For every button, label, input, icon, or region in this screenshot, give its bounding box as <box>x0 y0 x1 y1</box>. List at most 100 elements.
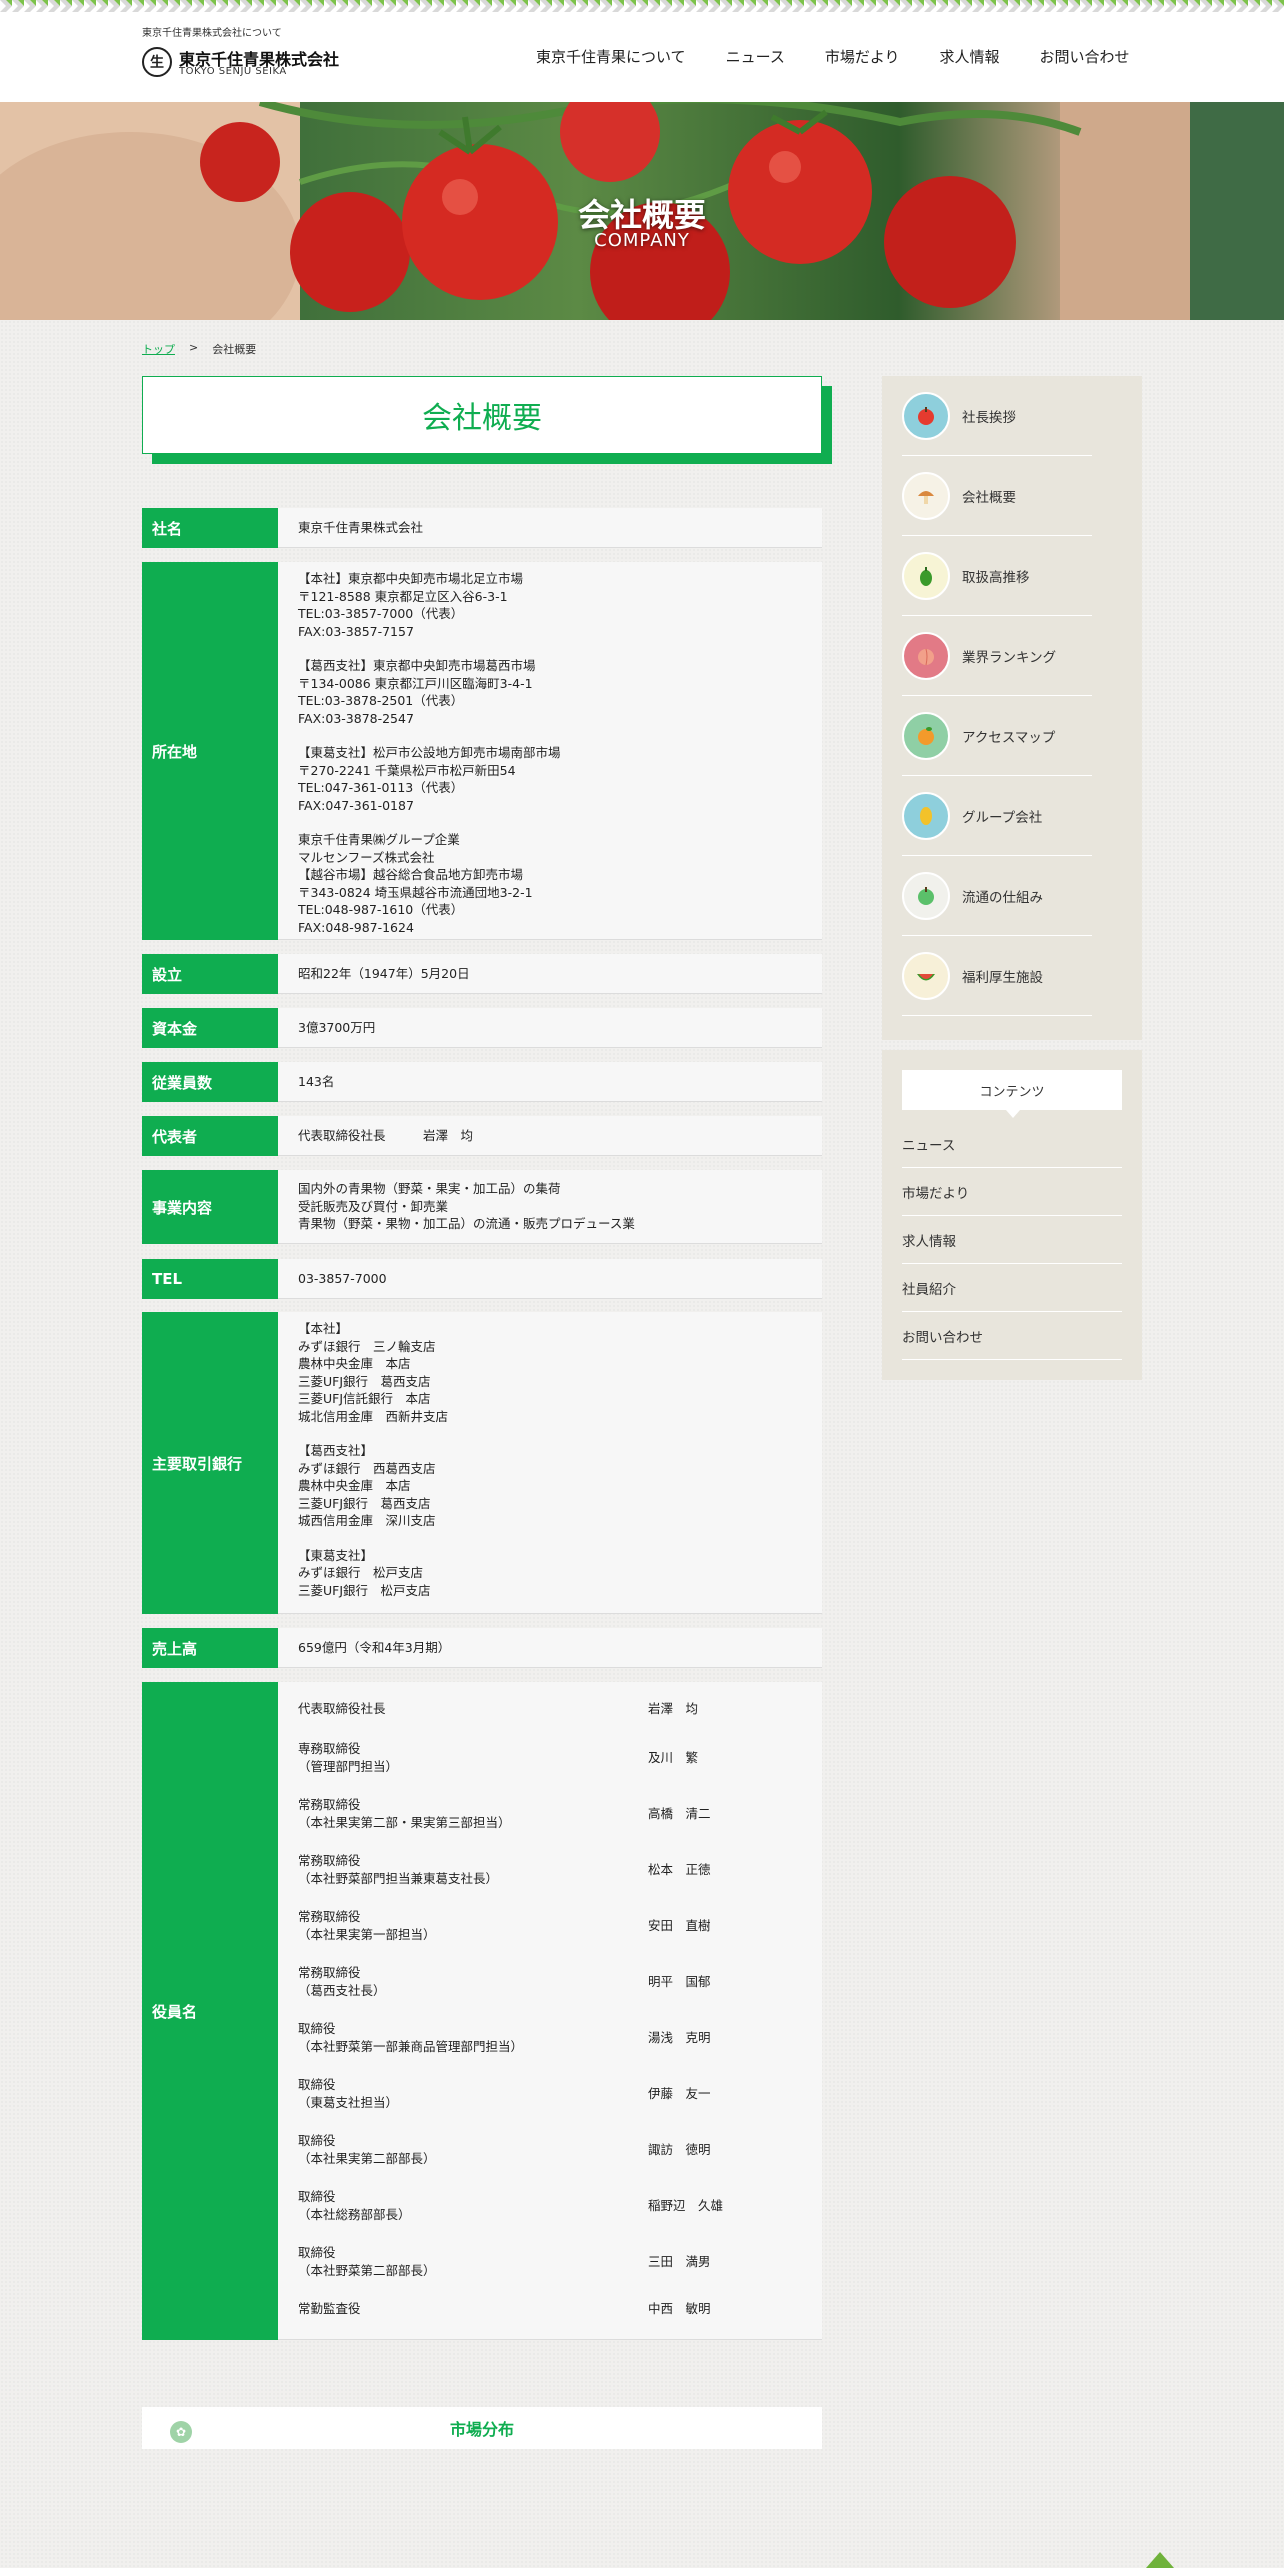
sidebar-item-label: 流通の仕組み <box>962 889 1043 906</box>
address-line: 〒134-0086 東京都江戸川区臨海町3-4-1 <box>298 675 533 691</box>
officer-title: 常務取締役 <box>298 1797 361 1812</box>
contents-link-market-news[interactable]: 市場だより <box>902 1168 1122 1216</box>
apple-icon <box>902 391 950 440</box>
bank-line: 城北信用金庫 西新井支店 <box>298 1408 449 1424</box>
mushroom-icon <box>902 471 950 520</box>
officer-title: （本社果実第二部部長） <box>298 2150 436 2166</box>
row-label: 主要取引銀行 <box>142 1312 286 1614</box>
officer-title: 常務取締役 <box>298 1853 361 1868</box>
sidebar-item-label: グループ会社 <box>962 809 1043 826</box>
nav-recruit[interactable]: 求人情報 <box>940 46 1000 67</box>
address-line: TEL:03-3857-7000（代表） <box>298 606 464 621</box>
address-line: 〒270-2241 千葉県松戸市松戸新田54 <box>298 762 516 778</box>
bank-line: 農林中央金庫 本店 <box>298 1478 411 1493</box>
company-logo-english[interactable]: TOKYO SENJU SEIKA <box>179 66 287 77</box>
watermelon-icon <box>902 951 950 1000</box>
row-business: 事業内容 国内外の青果物（野菜・果実・加工品）の集荷 受託販売及び買付・卸売業 … <box>142 1170 822 1244</box>
sidebar-item-volume-trends[interactable]: 取扱高推移 <box>902 536 1092 616</box>
breadcrumb-home-link[interactable]: トップ <box>142 341 175 357</box>
bank-line: 【葛西支社】 <box>298 1443 374 1458</box>
address-line: FAX:047-361-0187 <box>298 797 414 813</box>
sidebar-item-label: 社長挨拶 <box>962 409 1016 426</box>
nav-market-news[interactable]: 市場だより <box>825 46 900 67</box>
address-line: FAX:048-987-1624 <box>298 919 414 935</box>
officer-name: 岩澤 均 <box>648 1701 699 1716</box>
mango-icon <box>902 791 950 840</box>
officer-name: 及川 繁 <box>648 1750 699 1765</box>
row-capital: 資本金 3億3700万円 <box>142 1008 822 1048</box>
contents-link-news[interactable]: ニュース <box>902 1120 1122 1168</box>
address-line: 【越谷市場】越谷総合食品地方卸売市場 <box>298 867 524 882</box>
officer-title: （本社総務部部長） <box>298 2206 411 2222</box>
market-distribution-heading[interactable]: ✿ 市場分布 <box>142 2407 822 2449</box>
row-label: 売上高 <box>142 1628 286 1668</box>
officer-name: 諏訪 徳明 <box>648 2142 711 2157</box>
sidebar-item-distribution[interactable]: 流通の仕組み <box>902 856 1092 936</box>
officer-name: 高橋 清二 <box>648 1806 711 1821</box>
bank-line: 三菱UFJ銀行 葛西支店 <box>298 1373 431 1389</box>
sidebar-item-label: 業界ランキング <box>962 649 1057 666</box>
address-line: 東京千住青果㈱グループ企業 <box>298 832 460 847</box>
sidebar-item-company-profile[interactable]: 会社概要 <box>902 456 1092 536</box>
sidebar-item-greeting[interactable]: 社長挨拶 <box>902 376 1092 456</box>
officer-title: （葛西支社長） <box>298 1982 386 1998</box>
sidebar-item-label: 会社概要 <box>962 489 1016 506</box>
officer-name: 湯浅 克明 <box>648 2030 711 2045</box>
global-nav: 東京千住青果について ニュース 市場だより 求人情報 お問い合わせ <box>536 46 1170 67</box>
pepper-icon <box>902 551 950 600</box>
address-line: 〒121-8588 東京都足立区入谷6-3-1 <box>298 588 508 604</box>
page-top-arrow-icon[interactable] <box>1146 2552 1174 2568</box>
officer-name: 三田 満男 <box>648 2254 711 2269</box>
officer-title: （本社果実第一部担当） <box>298 1926 436 1942</box>
row-value: 【本社】東京都中央卸売市場北足立市場 〒121-8588 東京都足立区入谷6-3… <box>278 562 822 940</box>
contents-link-contact[interactable]: お問い合わせ <box>902 1312 1122 1360</box>
address-line: TEL:048-987-1610（代表） <box>298 902 464 917</box>
row-sales: 売上高 659億円（令和4年3月期） <box>142 1628 822 1668</box>
row-label: 役員名 <box>142 1682 286 2340</box>
business-line: 青果物（野菜・果物・加工品）の流通・販売プロデュース業 <box>298 1216 635 1232</box>
row-value: 国内外の青果物（野菜・果実・加工品）の集荷 受託販売及び買付・卸売業 青果物（野… <box>278 1170 822 1244</box>
sidebar-item-access-map[interactable]: アクセスマップ <box>902 696 1092 776</box>
officer-name: 安田 直樹 <box>648 1918 711 1933</box>
address-line: TEL:03-3878-2501（代表） <box>298 693 464 708</box>
row-address: 所在地 【本社】東京都中央卸売市場北足立市場 〒121-8588 東京都足立区入… <box>142 562 822 940</box>
site-header: 東京千住青果株式会社について 生 東京千住青果株式会社 TOKYO SENJU … <box>0 0 1284 102</box>
officer-title: （本社野菜第一部兼商品管理部門担当） <box>298 2038 524 2054</box>
sidebar-item-group-companies[interactable]: グループ会社 <box>902 776 1092 856</box>
orange-icon <box>902 711 950 760</box>
breadcrumb-current: 会社概要 <box>212 343 257 356</box>
officer-name: 明平 国郁 <box>648 1974 711 1989</box>
sidebar-item-welfare[interactable]: 福利厚生施設 <box>902 936 1092 1016</box>
contents-link-recruit[interactable]: 求人情報 <box>902 1216 1122 1264</box>
sidebar-item-industry-ranking[interactable]: 業界ランキング <box>902 616 1092 696</box>
hero-banner: 会社概要 COMPANY <box>0 102 1284 320</box>
row-label: 社名 <box>142 508 286 548</box>
row-value: 143名 <box>278 1062 822 1102</box>
row-value: 03-3857-7000 <box>278 1259 822 1299</box>
row-label: 資本金 <box>142 1008 286 1048</box>
officer-title: （管理部門担当） <box>298 1758 399 1774</box>
officer-title: 取締役 <box>298 2189 336 2204</box>
officer-title: 常勤監査役 <box>298 2301 361 2316</box>
row-label: 所在地 <box>142 562 286 940</box>
nav-about[interactable]: 東京千住青果について <box>536 46 686 67</box>
nav-news[interactable]: ニュース <box>726 46 785 67</box>
bank-line: 三菱UFJ銀行 葛西支店 <box>298 1495 431 1511</box>
officer-name: 中西 敏明 <box>648 2301 711 2316</box>
bank-line: 三菱UFJ銀行 松戸支店 <box>298 1582 431 1598</box>
nav-contact[interactable]: お問い合わせ <box>1040 46 1130 67</box>
header-about-text[interactable]: 東京千住青果株式会社について <box>142 24 282 39</box>
bank-line: 三菱UFJ信託銀行 本店 <box>298 1391 431 1406</box>
officer-title: 代表取締役社長 <box>298 1701 386 1716</box>
row-label: 事業内容 <box>142 1170 286 1244</box>
address-line: 【東葛支社】松戸市公設地方卸売市場南部市場 <box>298 745 561 760</box>
address-line: 【本社】東京都中央卸売市場北足立市場 <box>298 571 524 586</box>
address-line: FAX:03-3878-2547 <box>298 710 414 726</box>
row-founded: 設立 昭和22年（1947年）5月20日 <box>142 954 822 994</box>
row-value: 659億円（令和4年3月期） <box>278 1628 822 1668</box>
company-logo-icon[interactable]: 生 <box>142 47 172 77</box>
bank-line: みずほ銀行 三ノ輪支店 <box>298 1338 436 1354</box>
bank-line: みずほ銀行 松戸支店 <box>298 1565 424 1580</box>
contents-link-staff[interactable]: 社員紹介 <box>902 1264 1122 1312</box>
bank-line: 【東葛支社】 <box>298 1547 374 1563</box>
